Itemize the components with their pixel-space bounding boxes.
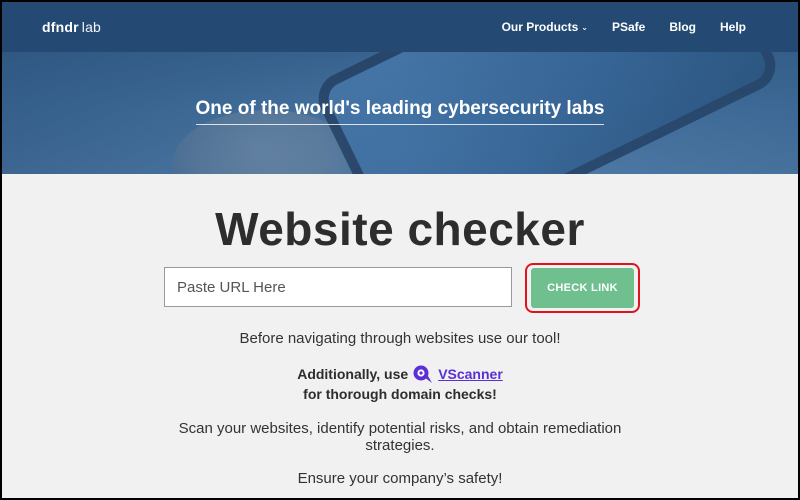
- scan-description: Scan your websites, identify potential r…: [178, 420, 622, 454]
- logo-suffix: lab: [81, 19, 102, 35]
- main-nav: Our Products ⌄ PSafe Blog Help: [502, 20, 746, 34]
- nav-our-products-label: Our Products: [501, 20, 579, 34]
- hero-title-text: One of the world's leading cybersecurity…: [195, 98, 605, 125]
- nav-psafe-label: PSafe: [611, 20, 646, 34]
- nav-blog-label: Blog: [669, 20, 696, 34]
- dfndr-lab-logo[interactable]: dfndr lab: [42, 19, 101, 35]
- browser-viewport: dfndr lab Our Products ⌄ PSafe Blog Help…: [2, 2, 798, 498]
- vscanner-promo: Additionally, use VScanner: [2, 364, 798, 384]
- vscanner-link[interactable]: VScanner: [438, 366, 503, 382]
- vscanner-logo-icon[interactable]: [412, 364, 434, 384]
- hero-title: One of the world's leading cybersecurity…: [2, 98, 798, 125]
- promo-suffix: for thorough domain checks!: [303, 386, 497, 402]
- page-title: Website checker: [215, 203, 585, 255]
- promo-prefix: Additionally, use: [297, 366, 409, 382]
- chevron-down-icon: ⌄: [581, 22, 588, 32]
- hero-banner: One of the world's leading cybersecurity…: [2, 52, 798, 174]
- nav-our-products[interactable]: Our Products ⌄: [502, 20, 588, 34]
- top-navigation-bar: dfndr lab Our Products ⌄ PSafe Blog Help: [2, 2, 798, 52]
- website-checker-section: Website checker CHECK LINK Before naviga…: [2, 174, 798, 498]
- nav-psafe[interactable]: PSafe: [612, 20, 645, 34]
- nav-help[interactable]: Help: [720, 20, 746, 34]
- intro-text: Before navigating through websites use o…: [239, 330, 561, 347]
- logo-brand: dfndr: [42, 19, 79, 35]
- nav-blog[interactable]: Blog: [669, 20, 696, 34]
- url-input[interactable]: [164, 267, 512, 307]
- nav-help-label: Help: [719, 20, 746, 34]
- check-link-button[interactable]: CHECK LINK: [531, 268, 634, 308]
- ensure-safety-text: Ensure your company’s safety!: [297, 470, 503, 487]
